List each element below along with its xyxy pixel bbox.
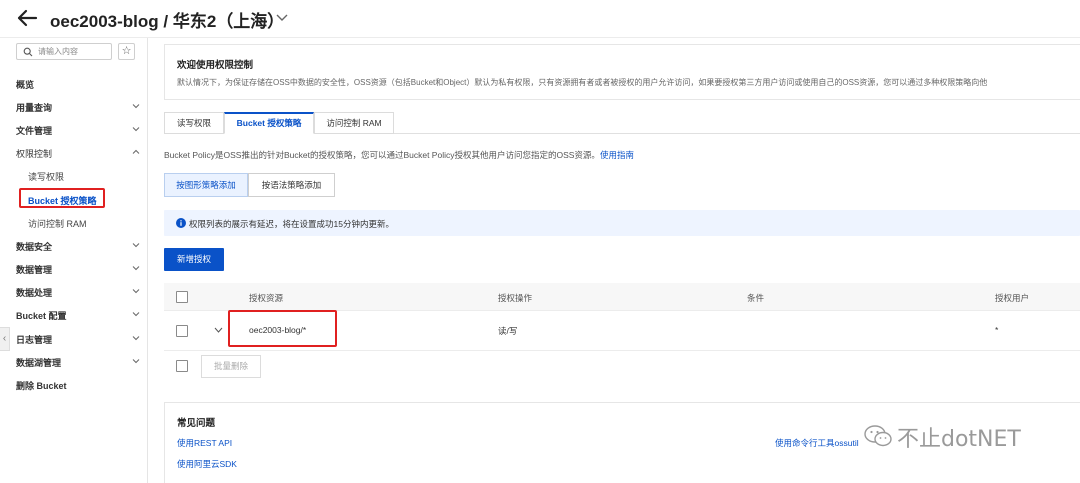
cell-operation: 读/写 (498, 326, 518, 336)
chevron-down-icon (132, 289, 140, 294)
chevron-up-icon (132, 149, 140, 154)
page-title: oec2003-blog / 华东2（上海） (50, 12, 285, 31)
sidebar-item-data-security[interactable]: 数据安全 (16, 240, 140, 253)
tab-rw-permission[interactable]: 读写权限 (164, 112, 224, 134)
tab-bucket-policy[interactable]: Bucket 授权策略 (224, 112, 314, 134)
chevron-down-icon[interactable] (276, 12, 288, 22)
sidebar-collapse-handle[interactable]: ‹ (0, 327, 10, 351)
sidebar-item-data-management[interactable]: 数据管理 (16, 263, 140, 276)
sidebar-item-label: 文件管理 (16, 126, 53, 136)
sidebar-item-label: Bucket 配置 (16, 311, 67, 321)
chevron-down-icon (132, 266, 140, 271)
sidebar-item-rw-permission[interactable]: 读写权限 (28, 170, 152, 183)
main-content: 欢迎使用权限控制 默认情况下，为保证存储在OSS中数据的安全性，OSS资源（包括… (148, 38, 1080, 483)
faq-link-sdk[interactable]: 使用阿里云SDK (177, 458, 237, 470)
sidebar-item-delete-bucket[interactable]: 删除 Bucket (16, 379, 140, 392)
column-header: 条件 (747, 293, 765, 303)
cell-user: * (995, 325, 999, 335)
sidebar-item-overview[interactable]: 概览 (16, 78, 140, 91)
sidebar-item-data-lake[interactable]: 数据湖管理 (16, 356, 140, 369)
sidebar-item-label: 数据处理 (16, 288, 53, 298)
watermark: 不止dotNET (863, 421, 1053, 455)
column-header: 授权资源 (249, 293, 284, 303)
sidebar-item-label: 数据湖管理 (16, 358, 62, 368)
chevron-down-icon (132, 127, 140, 132)
graphic-policy-button[interactable]: 按图形策略添加 (164, 173, 248, 197)
favorite-star-button[interactable]: ☆ (118, 43, 135, 60)
sidebar-item-bucket-config[interactable]: Bucket 配置 (16, 309, 140, 322)
sidebar-item-label: 日志管理 (16, 335, 53, 345)
sidebar-item-label: 概览 (16, 80, 35, 90)
sidebar-search[interactable] (16, 43, 112, 60)
page-header: oec2003-blog / 华东2（上海） (0, 0, 1080, 38)
syntax-policy-button[interactable]: 按语法策略添加 (248, 173, 335, 197)
wechat-icon (864, 425, 892, 447)
policy-description: Bucket Policy是OSS推出的针对Bucket的授权策略，您可以通过B… (164, 149, 634, 161)
welcome-description: 默认情况下，为保证存储在OSS中数据的安全性，OSS资源（包括Bucket和Ob… (177, 78, 988, 87)
row-checkbox[interactable] (176, 325, 188, 337)
faq-link-cli[interactable]: 使用命令行工具ossutil (775, 437, 859, 449)
sidebar-item-label: 权限控制 (16, 149, 53, 159)
highlight-box (228, 310, 337, 347)
sidebar-item-logs[interactable]: 日志管理 (16, 333, 140, 346)
table-header: 授权资源 授权操作 条件 授权用户 (164, 283, 1080, 311)
chevron-down-icon (132, 336, 140, 341)
faq-title: 常见问题 (177, 418, 216, 429)
add-authorization-button[interactable]: 新增授权 (164, 248, 224, 271)
search-icon (23, 47, 33, 57)
sidebar-item-files[interactable]: 文件管理 (16, 124, 140, 137)
notice-text: 权限列表的展示有延迟，将在设置成功15分钟内更新。 (189, 219, 394, 229)
search-input[interactable] (38, 45, 110, 58)
column-header: 授权用户 (995, 293, 1030, 303)
guide-link[interactable]: 使用指南 (600, 150, 634, 160)
column-header: 授权操作 (498, 293, 533, 303)
sidebar-item-label: 删除 Bucket (16, 381, 67, 391)
sidebar-item-usage[interactable]: 用量查询 (16, 101, 140, 114)
info-icon (176, 218, 186, 228)
policy-desc-text: Bucket Policy是OSS推出的针对Bucket的授权策略，您可以通过B… (164, 150, 600, 160)
tab-ram[interactable]: 访问控制 RAM (314, 112, 394, 134)
chevron-down-icon (132, 359, 140, 364)
welcome-panel: 欢迎使用权限控制 默认情况下，为保证存储在OSS中数据的安全性，OSS资源（包括… (164, 44, 1080, 100)
bottom-select-checkbox[interactable] (176, 360, 188, 372)
sidebar-item-label: 数据管理 (16, 265, 53, 275)
sidebar-item-ram[interactable]: 访问控制 RAM (28, 217, 152, 230)
welcome-title: 欢迎使用权限控制 (177, 60, 254, 71)
highlight-box (19, 188, 105, 208)
sidebar-item-label: 读写权限 (28, 172, 65, 182)
sidebar-item-label: 访问控制 RAM (28, 219, 87, 229)
sidebar-item-data-processing[interactable]: 数据处理 (16, 286, 140, 299)
chevron-down-icon (132, 243, 140, 248)
sidebar-item-access-control[interactable]: 权限控制 (16, 147, 140, 160)
watermark-text: 不止dotNET (897, 427, 1021, 452)
faq-link-rest-api[interactable]: 使用REST API (177, 437, 232, 449)
sidebar: ☆ 概览 用量查询 文件管理 权限控制 读写权限 Bucket 授权策略 访问控… (0, 38, 148, 483)
chevron-down-icon[interactable] (214, 327, 223, 333)
sidebar-item-label: 用量查询 (16, 103, 53, 113)
select-all-checkbox[interactable] (176, 291, 188, 303)
chevron-down-icon (132, 104, 140, 109)
batch-delete-button[interactable]: 批量删除 (201, 355, 261, 378)
sidebar-item-label: 数据安全 (16, 242, 53, 252)
back-arrow-icon[interactable] (16, 8, 38, 28)
chevron-down-icon (132, 312, 140, 317)
notice-bar: 权限列表的展示有延迟，将在设置成功15分钟内更新。 (164, 210, 1080, 236)
